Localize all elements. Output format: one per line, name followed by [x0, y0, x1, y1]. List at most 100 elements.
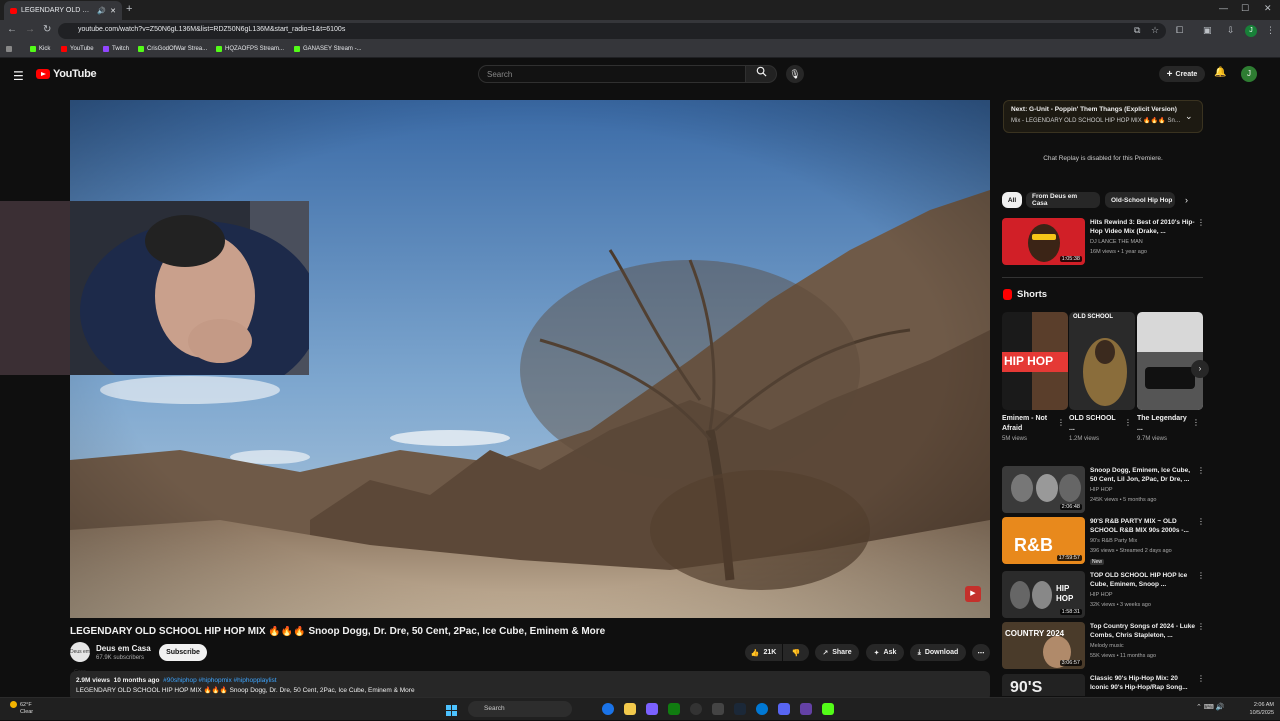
youtube-icon	[61, 46, 67, 52]
short-views: 5M views	[1002, 436, 1028, 442]
browser-tab-active[interactable]: LEGENDARY OLD SCHOOL 🔊 ✕	[4, 1, 122, 20]
account-avatar[interactable]: J	[1241, 66, 1257, 82]
youtube-logo[interactable]: YouTube	[36, 68, 97, 80]
new-badge: New	[1090, 559, 1105, 565]
recommendation-item[interactable]: 90'S Classic 90's Hip-Hop Mix: 20 Iconic…	[1002, 674, 1208, 696]
short-item[interactable]: The Legendary ... 9.7M views ⋮	[1137, 312, 1203, 442]
voice-search-mic-icon[interactable]: 🎙	[786, 65, 804, 83]
video-title: Top Country Songs of 2024 - Luke Combs, …	[1090, 623, 1195, 639]
forward-icon[interactable]: →	[25, 24, 35, 35]
window-close-icon[interactable]: ✕	[1264, 3, 1272, 14]
up-next-box[interactable]: Next: G-Unit - Poppin' Them Thangs (Expl…	[1003, 100, 1203, 133]
install-app-icon[interactable]: ⧉	[1134, 25, 1140, 36]
next-video-title: Next: G-Unit - Poppin' Them Thangs (Expl…	[1011, 106, 1177, 113]
steam-icon[interactable]	[734, 703, 746, 715]
short-item[interactable]: OLD SCHOOL OLD SCHOOL ... 1.2M views ⋮	[1069, 312, 1135, 442]
extensions-icon[interactable]: ⧠	[1176, 25, 1183, 36]
weather-widget[interactable]: 62°F Clear	[10, 701, 33, 716]
chrome-icon[interactable]	[602, 703, 614, 715]
bookmark-kick[interactable]: Kick	[30, 46, 50, 52]
download-button[interactable]: ⤓ Download	[910, 644, 966, 661]
video-thumbnail[interactable]: HIP HOP 1:58:31	[1002, 571, 1085, 618]
bookmark-twitch[interactable]: Twitch	[103, 46, 129, 52]
side-panel-icon[interactable]: ▣	[1203, 25, 1212, 36]
video-thumbnail[interactable]: COUNTRY 2024 3:06:57	[1002, 622, 1085, 669]
kick-app-icon[interactable]	[822, 703, 834, 715]
app-icon[interactable]	[712, 703, 724, 715]
video-thumbnail[interactable]: 1:05:38	[1002, 218, 1085, 265]
notifications-bell-icon[interactable]: 🔔	[1214, 67, 1226, 78]
video-thumbnail[interactable]: 2:06:48	[1002, 466, 1085, 513]
more-options-icon[interactable]: ⋮	[1124, 418, 1132, 427]
chevron-right-icon[interactable]: ›	[1185, 195, 1188, 205]
bookmark-hqzaofps[interactable]: HQZAOFPS Stream...	[216, 46, 284, 52]
bookmark-youtube[interactable]: YouTube	[61, 46, 94, 52]
recommendation-item[interactable]: HIP HOP 1:58:31 TOP OLD SCHOOL HIP HOP Ic…	[1002, 571, 1208, 619]
channel-avatar[interactable]: Deus em Casa	[70, 642, 90, 675]
player-youtube-icon[interactable]: ▶	[965, 586, 981, 602]
shorts-next-icon[interactable]: ›	[1191, 360, 1209, 378]
clock[interactable]: 2:06 AM 10/5/2025	[1242, 701, 1274, 717]
speaker-icon[interactable]: 🔊	[97, 7, 106, 15]
file-explorer-icon[interactable]	[624, 703, 636, 715]
more-options-icon[interactable]: ⋮	[1197, 571, 1205, 580]
downloads-icon[interactable]: ⇩	[1227, 25, 1235, 36]
bookmark-crisgodofwar[interactable]: CrisGodOfWar Strea...	[138, 46, 207, 52]
edge-icon[interactable]	[756, 703, 768, 715]
new-tab-button[interactable]: +	[126, 3, 132, 15]
more-options-icon[interactable]: ⋮	[1197, 674, 1205, 683]
more-options-icon[interactable]: ⋮	[1057, 418, 1065, 427]
channel-name[interactable]: Deus em Casa	[96, 644, 151, 653]
recommendation-item[interactable]: R&B 17:59:57 90'S R&B PARTY MIX ~ OLD SC…	[1002, 517, 1208, 565]
search-input[interactable]: Search	[478, 65, 746, 83]
subscribe-button[interactable]: Subscribe	[159, 644, 207, 661]
windows-start-icon[interactable]	[446, 703, 457, 716]
chip-old-school-hip-hop[interactable]: Old-School Hip Hop	[1105, 192, 1175, 208]
browser-profile-avatar[interactable]: J	[1245, 25, 1257, 37]
xbox-icon[interactable]	[668, 703, 680, 715]
apps-grid-icon[interactable]	[6, 46, 12, 52]
video-thumbnail[interactable]: R&B 17:59:57	[1002, 517, 1085, 564]
video-thumbnail[interactable]: 90'S	[1002, 674, 1085, 696]
create-button[interactable]: + Create	[1159, 66, 1205, 82]
dislike-button[interactable]: 👎	[783, 644, 809, 661]
twitch-app-icon[interactable]	[800, 703, 812, 715]
kick-icon	[138, 46, 144, 52]
taskbar-search-input[interactable]: Search	[468, 701, 572, 717]
more-options-icon[interactable]: ⋮	[1197, 622, 1205, 631]
browser-menu-icon[interactable]: ⋮	[1266, 25, 1275, 36]
maximize-icon[interactable]: ☐	[1241, 3, 1249, 14]
short-thumbnail[interactable]	[1137, 312, 1203, 410]
chip-all[interactable]: All	[1002, 192, 1022, 208]
more-options-icon[interactable]: ⋮	[1197, 466, 1205, 475]
bookmark-ganasey[interactable]: GANASEY Stream -...	[294, 46, 362, 52]
minimize-icon[interactable]: —	[1219, 3, 1228, 13]
more-options-icon[interactable]: ⋮	[1197, 517, 1205, 526]
more-options-icon[interactable]: ⋮	[1192, 418, 1200, 427]
hamburger-menu-icon[interactable]: ☰	[13, 69, 24, 83]
share-button[interactable]: ↗ Share	[815, 644, 859, 661]
back-icon[interactable]: ←	[7, 24, 17, 35]
short-thumbnail[interactable]: HIP HOP	[1002, 312, 1068, 410]
reload-icon[interactable]: ↻	[43, 24, 51, 35]
copilot-icon[interactable]	[646, 703, 658, 715]
recommendation-item[interactable]: 2:06:48 Snoop Dogg, Eminem, Ice Cube, 50…	[1002, 466, 1208, 514]
hashtags[interactable]: #90shiphop #hiphopmix #hiphopplaylist	[163, 677, 276, 684]
search-button[interactable]	[745, 65, 777, 83]
recommendation-item[interactable]: COUNTRY 2024 3:06:57 Top Country Songs o…	[1002, 622, 1208, 670]
chevron-down-icon[interactable]: ⌄	[1185, 111, 1193, 122]
tab-close-icon[interactable]: ✕	[110, 7, 116, 15]
url-input[interactable]: youtube.com/watch?v=Z50N6gL136M&list=RDZ…	[58, 23, 1166, 39]
short-thumbnail[interactable]: OLD SCHOOL	[1069, 312, 1135, 410]
ask-button[interactable]: ✦ Ask	[866, 644, 904, 661]
chip-from-deus-em-casa[interactable]: From Deus em Casa	[1026, 192, 1100, 208]
more-actions-icon[interactable]: ⋯	[972, 644, 990, 661]
short-item[interactable]: HIP HOP Eminem - Not Afraid 5M views ⋮	[1002, 312, 1068, 442]
obs-icon[interactable]	[690, 703, 702, 715]
discord-icon[interactable]	[778, 703, 790, 715]
more-options-icon[interactable]: ⋮	[1197, 218, 1205, 227]
recommendation-item[interactable]: 1:05:38 Hits Rewind 3: Best of 2010's Hi…	[1002, 218, 1208, 266]
system-tray[interactable]: ⌃ ⌨ 🔊	[1196, 703, 1225, 711]
bookmark-star-icon[interactable]: ☆	[1151, 25, 1159, 36]
like-button[interactable]: 👍 21K	[745, 644, 782, 661]
